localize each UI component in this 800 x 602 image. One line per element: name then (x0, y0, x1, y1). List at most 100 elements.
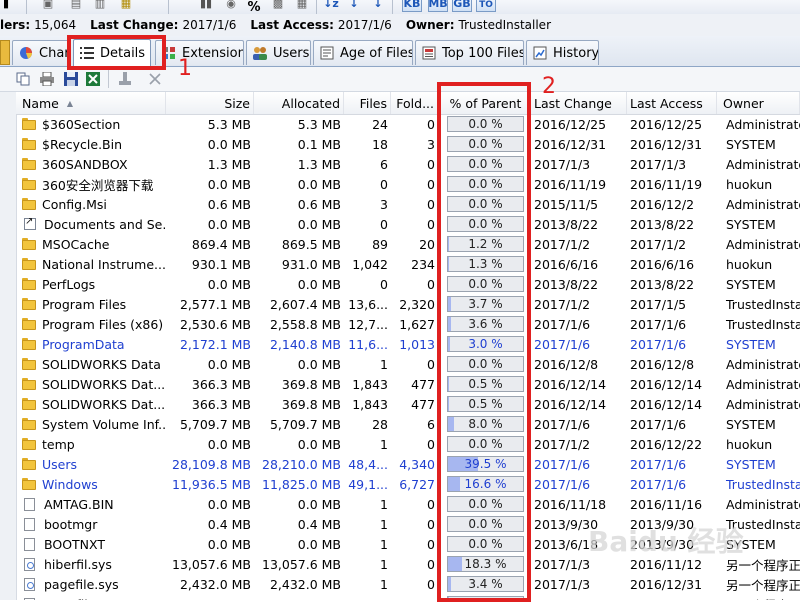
table-row[interactable]: ProgramData2,172.1 MB2,140.8 MB11,6...1,… (16, 334, 800, 354)
cell-folders: 234 (391, 254, 438, 274)
excel-export-icon[interactable] (84, 70, 102, 88)
cell-owner: huokun (717, 174, 800, 194)
toolbar-bars-icon[interactable]: ▮▮ (198, 0, 214, 12)
toolbar-grid-icon[interactable]: ▦ (294, 0, 310, 12)
toolbar-icon-d[interactable]: ▦ (118, 0, 134, 12)
tab-history[interactable]: History (526, 40, 599, 65)
cell-last-change: 2016/12/31 (531, 134, 627, 154)
cell-last-access: 2016/12/2 (627, 194, 717, 214)
tab-chart[interactable]: Char (12, 40, 69, 65)
cell-last-access: 2016/6/16 (627, 254, 717, 274)
tab-age-of-files-label: Age of Files (340, 46, 413, 61)
toolbar-icon-b[interactable]: ▤ (68, 0, 84, 12)
column-header-allocated[interactable]: Allocated (254, 92, 344, 114)
tab-age-of-files[interactable]: Age of Files (313, 40, 413, 65)
cell-size: 0.0 MB (166, 534, 254, 554)
table-row[interactable]: Program Files2,577.1 MB2,607.4 MB13,6...… (16, 294, 800, 314)
cell-name: SOLIDWORKS Data (16, 354, 166, 374)
age-icon (319, 46, 335, 60)
toolbar-disk-icon[interactable]: ◉ (222, 0, 240, 12)
table-row[interactable]: $360Section5.3 MB5.3 MB2400.0 %2016/12/2… (16, 114, 800, 134)
toolbar-button-cut[interactable]: ▮ (0, 0, 12, 12)
table-row[interactable]: SOLIDWORKS Data0.0 MB0.0 MB100.0 %2016/1… (16, 354, 800, 374)
cell-allocated: 2,140.8 MB (254, 334, 344, 354)
sort-az-icon[interactable]: ↓z (322, 0, 340, 12)
cell-last-change: 2016/12/8 (531, 354, 627, 374)
cell-last-access: 2013/8/22 (627, 214, 717, 234)
cell-last-change: 2016/12/14 (531, 374, 627, 394)
table-row[interactable]: PerfLogs0.0 MB0.0 MB000.0 %2013/8/222013… (16, 274, 800, 294)
cell-last-access: 2017/1/2 (627, 234, 717, 254)
column-header-name[interactable]: Name ▲ (16, 92, 166, 114)
toolbar-icon-a[interactable]: ▣ (40, 0, 56, 12)
table-row[interactable]: System Volume Inf...5,709.7 MB5,709.7 MB… (16, 414, 800, 434)
sort-down-icon[interactable]: ↓ (346, 0, 362, 12)
cell-last-access: 2016/12/22 (627, 434, 717, 454)
cell-name-label: MSOCache (42, 237, 109, 252)
cell-owner: Administrato (717, 114, 800, 134)
unit-gb-button[interactable]: GB (452, 0, 472, 12)
delete-icon[interactable] (146, 70, 164, 88)
tab-scroll-stub (0, 40, 10, 65)
toolbar-icon-c[interactable]: ▥ (92, 0, 108, 12)
toolbar-files-icon[interactable]: ▩ (270, 0, 286, 12)
cell-folders: 0 (391, 434, 438, 454)
table-row[interactable]: Users28,109.8 MB28,210.0 MB48,4...4,3403… (16, 454, 800, 474)
table-row[interactable]: MSOCache869.4 MB869.5 MB89201.2 %2017/1/… (16, 234, 800, 254)
cell-name-label: Users (42, 457, 77, 472)
unit-mb-button[interactable]: MB (428, 0, 448, 12)
cell-size: 5,709.7 MB (166, 414, 254, 434)
table-row[interactable]: AMTAG.BIN0.0 MB0.0 MB100.0 %2016/11/1820… (16, 494, 800, 514)
column-header-size[interactable]: Size (166, 92, 254, 114)
last-change-value: 2017/1/6 (182, 18, 236, 32)
cell-name-label: Program Files (42, 297, 126, 312)
folder-icon (22, 398, 36, 410)
table-row[interactable]: SOLIDWORKS Dat...366.3 MB369.8 MB1,84347… (16, 374, 800, 394)
table-row[interactable]: Program Files (x86)2,530.6 MB2,558.8 MB1… (16, 314, 800, 334)
table-row[interactable]: SOLIDWORKS Dat...366.3 MB369.8 MB1,84347… (16, 394, 800, 414)
main-toolbar: ▮ ▣ ▤ ▥ ▦ ▮▮ ◉ % ▩ ▦ ↓z ↓ ↓ KB MB GB TO (0, 0, 800, 14)
tab-extensions[interactable]: Extensions (155, 40, 244, 65)
table-row[interactable]: Windows11,936.5 MB11,825.0 MB49,1...6,72… (16, 474, 800, 494)
table-row[interactable]: $Recycle.Bin0.0 MB0.1 MB1830.0 %2016/12/… (16, 134, 800, 154)
list-left-gutter (0, 92, 17, 600)
sort-up-icon[interactable]: ↓ (370, 0, 386, 12)
table-row[interactable]: Documents and Se...0.0 MB0.0 MB000.0 %20… (16, 214, 800, 234)
cell-size: 256.0 MB (166, 594, 254, 600)
details-toolbar (0, 67, 800, 92)
annotation-label-2: 2 (542, 74, 556, 99)
cell-name-label: ProgramData (42, 337, 125, 352)
toolbar-percent-button[interactable]: % (246, 0, 262, 14)
cell-allocated: 0.1 MB (254, 134, 344, 154)
cell-last-access: 2016/12/14 (627, 394, 717, 414)
table-row[interactable]: National Instrume...930.1 MB931.0 MB1,04… (16, 254, 800, 274)
cell-owner: huokun (717, 434, 800, 454)
cell-size: 5.3 MB (166, 114, 254, 134)
tab-top-100-files[interactable]: Top 100 Files (415, 40, 524, 65)
save-icon[interactable] (62, 70, 80, 88)
table-row[interactable]: 360SANDBOX1.3 MB1.3 MB600.0 %2017/1/3201… (16, 154, 800, 174)
column-header-owner[interactable]: Owner (717, 92, 800, 114)
cell-owner: huokun (717, 254, 800, 274)
cell-owner: TrustedInstal (717, 474, 800, 494)
table-row[interactable]: Config.Msi0.6 MB0.6 MB300.0 %2015/11/520… (16, 194, 800, 214)
tab-users[interactable]: Users (246, 40, 311, 65)
column-header-last-access[interactable]: Last Access (627, 92, 717, 114)
folder-icon (22, 438, 36, 450)
cell-name-label: National Instrume... (42, 257, 166, 272)
column-header-folders[interactable]: Fold... (391, 92, 438, 114)
table-row[interactable]: 360安全浏览器下载0.0 MB0.0 MB000.0 %2016/11/192… (16, 174, 800, 194)
cell-last-change: 2017/1/2 (531, 234, 627, 254)
copy-icon[interactable] (14, 70, 32, 88)
chart-icon (18, 46, 34, 60)
cell-files: 1,843 (344, 374, 391, 394)
unit-to-button[interactable]: TO (476, 0, 496, 12)
cell-last-change: 2017/1/2 (531, 434, 627, 454)
print-icon[interactable] (38, 70, 56, 88)
table-row[interactable]: temp0.0 MB0.0 MB100.0 %2017/1/22016/12/2… (16, 434, 800, 454)
properties-icon[interactable] (116, 70, 134, 88)
folder-icon (22, 138, 36, 150)
folder-icon (22, 238, 36, 250)
unit-kb-button[interactable]: KB (402, 0, 422, 12)
column-header-files[interactable]: Files (344, 92, 391, 114)
